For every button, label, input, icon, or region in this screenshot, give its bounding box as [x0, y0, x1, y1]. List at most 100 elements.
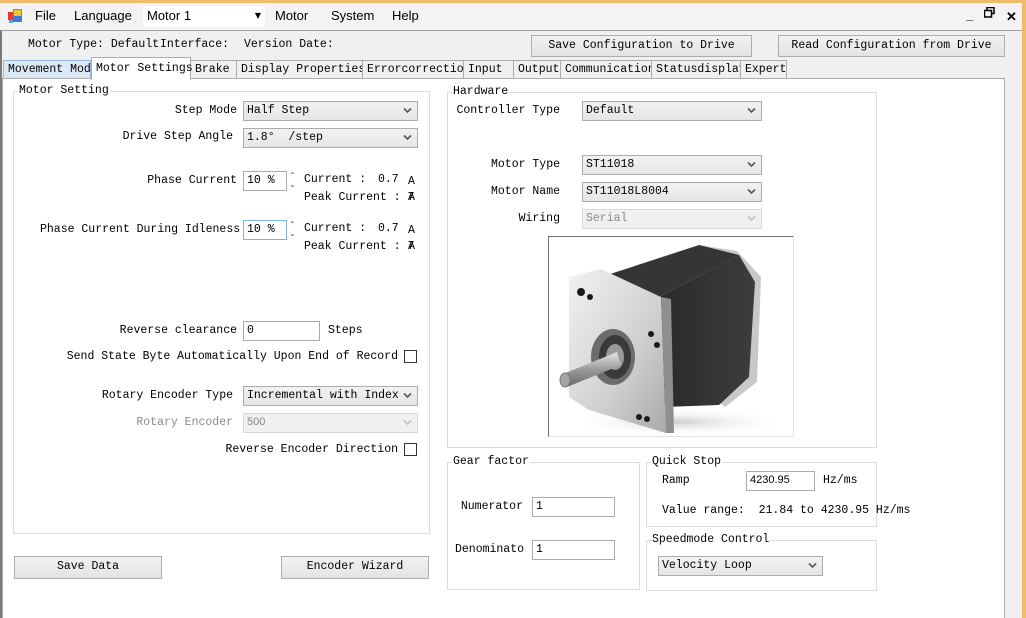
spin-down-icon[interactable]: ⌄ [289, 181, 296, 189]
drive-step-angle-select[interactable]: 1.8° /step [243, 128, 418, 148]
drive-step-angle-value: 1.8° /step [247, 131, 323, 144]
tab-communication[interactable]: Communication [560, 60, 655, 79]
motor-selector-value: Motor 1 [147, 8, 192, 23]
rotary-encoder-type-value: Incremental with Index [247, 389, 399, 402]
restore-icon[interactable] [983, 6, 995, 21]
chevron-down-icon [403, 134, 412, 141]
hardware-title: Hardware [452, 85, 510, 98]
phase-current-input[interactable]: 10 % [243, 171, 287, 191]
chevron-down-icon [403, 392, 412, 399]
idle-current-input[interactable]: 10 % [243, 220, 287, 240]
wiring-value: Serial [586, 212, 628, 225]
close-icon[interactable]: ✕ [1006, 9, 1017, 25]
reverse-clearance-input[interactable]: 0 [243, 321, 320, 341]
idle-current-unit: A [408, 224, 415, 237]
quick-stop-title: Quick Stop [651, 455, 723, 468]
spin-up-icon[interactable]: ⌃ [289, 221, 296, 229]
motor-selector-combo[interactable]: Motor 1 ▼ [143, 6, 265, 27]
idle-current-value: 10 % [247, 223, 275, 236]
read-config-from-drive-button[interactable]: Read Configuration from Drive [778, 35, 1005, 57]
menu-help[interactable]: Help [392, 8, 419, 23]
reverse-encoder-label: Reverse Encoder Direction [225, 443, 398, 456]
tab-input[interactable]: Input [463, 60, 514, 79]
menu-system[interactable]: System [331, 8, 374, 23]
ramp-unit: Hz/ms [823, 474, 858, 487]
denominator-label: Denominato [455, 543, 525, 556]
idle-current-spinner[interactable]: ⌃ ⌄ [288, 220, 300, 240]
phase-current-current-label: Current : [304, 173, 367, 186]
tab-display-properties[interactable]: Display Properties [236, 60, 365, 79]
spin-down-icon[interactable]: ⌄ [289, 230, 296, 238]
tab-movement-mode[interactable]: Movement Mode [3, 60, 98, 79]
motor-name-select[interactable]: ST11018L8004 [582, 182, 762, 202]
motor-type-value: ST11018 [586, 158, 635, 171]
phase-current-current-value: 0.7 [378, 173, 399, 186]
motor-setting-group: Motor Setting [13, 84, 430, 534]
gear-factor-title: Gear factor [452, 455, 530, 468]
send-state-byte-label: Send State Byte Automatically Upon End o… [66, 350, 398, 363]
tab-motor-settings[interactable]: Motor Settings [91, 57, 193, 80]
ramp-label: Ramp [662, 474, 690, 487]
encoder-wizard-button[interactable]: Encoder Wizard [281, 556, 429, 579]
ramp-value-range: Value range: 21.84 to 4230.95 Hz/ms [662, 504, 911, 517]
spin-up-icon[interactable]: ⌃ [289, 172, 296, 180]
chevron-down-icon [403, 419, 412, 426]
tab-output[interactable]: Output [513, 60, 561, 79]
step-mode-value: Half Step [247, 104, 310, 117]
phase-current-unit: A [408, 175, 415, 188]
motor-name-value: ST11018L8004 [586, 185, 669, 198]
wiring-select: Serial [582, 209, 762, 229]
save-data-button[interactable]: Save Data [14, 556, 162, 579]
rotary-encoder-type-select[interactable]: Incremental with Index [243, 386, 418, 406]
speedmode-select[interactable]: Velocity Loop [658, 556, 823, 576]
chevron-down-icon [403, 107, 412, 114]
phase-current-label: Phase Current [147, 174, 237, 187]
motor-type-info: Motor Type: Default [28, 38, 160, 51]
ramp-input[interactable]: 4230.95 [746, 471, 815, 491]
denominator-input[interactable]: 1 [532, 540, 615, 560]
send-state-byte-checkbox[interactable] [404, 350, 417, 363]
tab-brake[interactable]: Brake [190, 60, 237, 79]
motor-setting-title: Motor Setting [18, 84, 110, 97]
tab-statusdisplay[interactable]: Statusdisplay [651, 60, 746, 79]
ramp-value: 4230.95 [750, 474, 790, 486]
motor-type-label: Motor Type [490, 158, 560, 171]
minimize-icon[interactable]: _ [966, 7, 973, 22]
phase-current-peak: Peak Current : 7 [304, 191, 415, 204]
idle-current-peak-unit: A [408, 240, 415, 253]
save-config-to-drive-button[interactable]: Save Configuration to Drive [531, 35, 752, 57]
chevron-down-icon [808, 562, 817, 569]
chevron-down-icon [747, 161, 756, 168]
menu-bar: File Language Motor 1 ▼ Motor System Hel… [0, 3, 1022, 30]
idle-current-current-label: Current : [304, 222, 367, 235]
tab-errorcorrection[interactable]: Errorcorrection [362, 60, 471, 79]
reverse-encoder-checkbox[interactable] [404, 443, 417, 456]
gear-factor-group: Gear factor [447, 455, 640, 590]
phase-current-value: 10 % [247, 174, 275, 187]
numerator-label: Numerator [460, 500, 523, 513]
tab-expert[interactable]: Expert [740, 60, 787, 79]
rotary-encoder-select: 500 [243, 413, 418, 433]
motor-type-select[interactable]: ST11018 [582, 155, 762, 175]
controller-type-select[interactable]: Default [582, 101, 762, 121]
speedmode-value: Velocity Loop [662, 559, 752, 572]
controller-type-label: Controller Type [456, 104, 560, 117]
menu-file[interactable]: File [35, 8, 56, 23]
menu-motor[interactable]: Motor [275, 8, 308, 23]
speedmode-control-title: Speedmode Control [651, 533, 771, 546]
window-border [1022, 0, 1026, 618]
wiring-label: Wiring [518, 212, 560, 225]
chevron-down-icon [747, 215, 756, 222]
phase-current-spinner[interactable]: ⌃ ⌄ [288, 171, 300, 191]
numerator-input[interactable]: 1 [532, 497, 615, 517]
idle-current-current-value: 0.7 [378, 222, 399, 235]
phase-current-peak-unit: A [408, 191, 415, 204]
menu-language[interactable]: Language [74, 8, 132, 23]
stepper-motor-illustration [559, 245, 789, 436]
numerator-value: 1 [536, 500, 543, 513]
reverse-clearance-value: 0 [247, 324, 254, 337]
rotary-encoder-label: Rotary Encoder [136, 416, 233, 429]
app-icon [8, 9, 23, 23]
step-mode-select[interactable]: Half Step [243, 101, 418, 121]
idle-current-label: Phase Current During Idleness [40, 223, 241, 236]
